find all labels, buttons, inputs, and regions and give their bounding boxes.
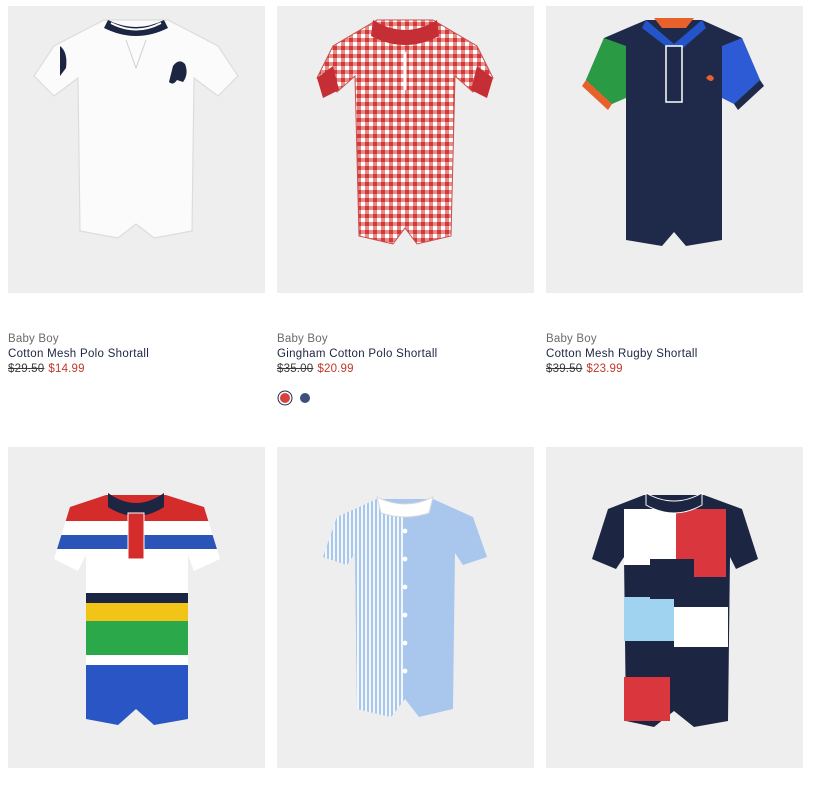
white-polo-shortall-illustration [33,19,239,239]
product-info: Baby Boy Cotton Mesh Rugby Shortall $39.… [546,332,803,377]
product-category: Baby Boy [277,333,328,345]
product-category: Baby Boy [546,333,597,345]
original-price: $29.50 [8,363,45,375]
striped-polo-shortall-illustration [54,493,220,725]
product-category: Baby Boy [8,333,59,345]
product-image[interactable] [277,6,534,293]
product-image[interactable] [277,447,534,768]
product-image[interactable] [546,6,803,293]
product-info: Baby Boy Cotton Mesh Polo Shortall $29.5… [8,332,265,377]
product-name[interactable]: Cotton Mesh Polo Shortall [8,347,265,362]
product-name[interactable]: Gingham Cotton Polo Shortall [277,347,534,362]
sale-price: $23.99 [586,363,623,375]
sale-price: $20.99 [317,363,354,375]
sale-price: $14.99 [48,363,85,375]
color-swatches [277,390,313,404]
product-price: $35.00 $20.99 [277,362,534,377]
original-price: $39.50 [546,363,583,375]
color-swatch-red[interactable] [280,393,290,403]
colorblock-polo-shortall-illustration [592,492,758,727]
color-swatch-navy[interactable] [300,393,310,403]
product-image[interactable] [8,447,265,768]
product-price: $39.50 $23.99 [546,362,803,377]
product-info: Baby Boy Gingham Cotton Polo Shortall $3… [277,332,534,377]
product-name[interactable]: Cotton Mesh Rugby Shortall [546,347,803,362]
product-price: $29.50 $14.99 [8,362,265,377]
product-image[interactable] [546,447,803,768]
gingham-polo-shortall-illustration [316,19,494,245]
original-price: $35.00 [277,363,314,375]
blue-oxford-shortall-illustration [323,496,487,717]
rugby-shortall-illustration [582,18,764,246]
product-image[interactable] [8,6,265,293]
